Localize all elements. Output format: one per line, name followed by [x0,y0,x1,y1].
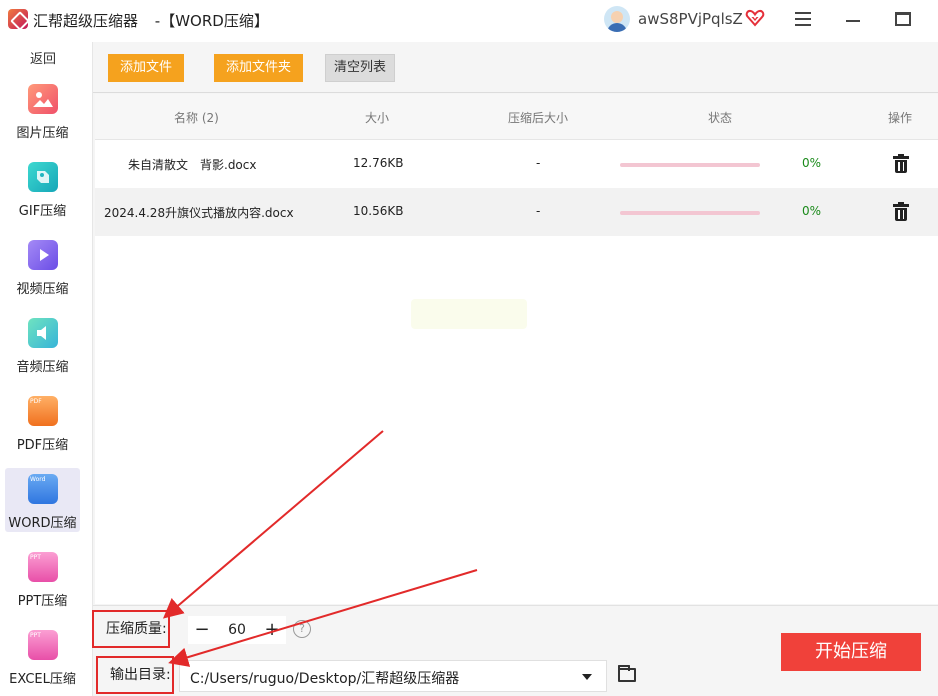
window-title: 汇帮超级压缩器 -【WORD压缩】 [33,10,269,31]
sidebar-item-label: EXCEL压缩 [9,672,76,687]
start-compress-button[interactable]: 开始压缩 [781,633,921,671]
file-name: 朱自清散文 背影.docx [128,158,257,172]
sidebar-item-label: PDF压缩 [16,438,69,453]
add-folder-button[interactable]: 添加文件夹 [214,54,304,82]
mode-title: -【WORD压缩】 [154,12,269,30]
audio-icon [28,318,58,348]
excel-icon: PPT [28,630,58,660]
file-size: 10.56KB [353,204,404,218]
quality-label: 压缩质量: [92,610,170,648]
pdf-icon-tag: PDF [30,398,42,405]
title-bar: 汇帮超级压缩器 -【WORD压缩】 awS8PVjPqlsZ [0,0,938,42]
table-row[interactable]: 2024.4.28升旗仪式播放内容.docx 10.56KB - 0% [95,188,938,236]
output-dir-value: C:/Users/ruguo/Desktop/汇帮超级压缩器 [190,671,460,687]
ppt-icon-tag: PPT [30,554,41,561]
column-header-compressed-size[interactable]: 压缩后大小 [508,109,568,126]
avatar[interactable] [604,6,630,32]
add-file-button[interactable]: 添加文件 [108,54,185,82]
file-name: 2024.4.28升旗仪式播放内容.docx [104,206,294,220]
image-icon [28,84,58,114]
sidebar-item-label: PPT压缩 [17,594,68,609]
video-icon [28,240,58,270]
column-header-size[interactable]: 大小 [365,109,389,126]
sidebar-item-label: 图片压缩 [16,126,69,141]
settings-panel: 压缩质量: − 60 + ? 输出目录: C:/Users/ruguo/Desk… [92,605,938,696]
chevron-down-icon[interactable] [582,674,592,680]
table-header: 名称 (2) 大小 压缩后大小 状态 操作 [95,94,938,140]
progress-bar [620,163,760,167]
username[interactable]: awS8PVjPqlsZ [638,10,743,28]
folder-icon[interactable] [618,665,636,682]
compressed-size: - [536,156,541,170]
sidebar-item-label: 视频压缩 [16,282,69,297]
back-button[interactable]: 返回 [0,48,86,67]
vip-heart-icon[interactable] [745,8,765,28]
sidebar-item-gif[interactable]: GIF压缩 [5,156,80,220]
column-header-status: 状态 [708,111,733,125]
sidebar: 返回 图片压缩 GIF压缩 视频压缩 音频压缩 PDF PDF压缩 Word W… [0,42,93,696]
output-dir-label: 输出目录: [96,656,174,694]
word-icon: Word [28,474,58,504]
sidebar-item-image[interactable]: 图片压缩 [5,78,80,142]
sidebar-item-label: GIF压缩 [18,204,67,219]
sidebar-item-ppt[interactable]: PPT PPT压缩 [5,546,80,610]
help-icon[interactable]: ? [293,620,311,638]
excel-icon-tag: PPT [30,632,41,639]
menu-icon[interactable] [795,12,811,28]
quality-decrease-button[interactable]: − [188,616,216,644]
column-header-name[interactable]: 名称 (2) [174,109,219,126]
sidebar-item-pdf[interactable]: PDF PDF压缩 [5,390,80,454]
trash-icon[interactable] [893,202,909,222]
minimize-icon[interactable] [846,20,860,22]
word-icon-tag: Word [30,476,46,483]
progress-bar [620,211,760,215]
file-list: 名称 (2) 大小 压缩后大小 状态 操作 朱自清散文 背影.docx 12.7… [95,94,938,604]
gif-icon [28,162,58,192]
faint-watermark [411,299,527,329]
main-panel: 添加文件 添加文件夹 清空列表 名称 (2) 大小 压缩后大小 状态 操作 朱自… [92,42,938,696]
status-percent: 0% [802,204,822,218]
sidebar-item-excel[interactable]: PPT EXCEL压缩 [5,624,80,688]
sidebar-item-video[interactable]: 视频压缩 [5,234,80,298]
toolbar: 添加文件 添加文件夹 清空列表 [93,42,938,93]
quality-value[interactable]: 60 [218,616,256,644]
sidebar-item-word[interactable]: Word WORD压缩 [5,468,80,532]
pdf-icon: PDF [28,396,58,426]
ppt-icon: PPT [28,552,58,582]
column-header-action: 操作 [888,111,913,125]
app-logo-icon [8,9,28,29]
sidebar-item-audio[interactable]: 音频压缩 [5,312,80,376]
trash-icon[interactable] [893,154,909,174]
file-size: 12.76KB [353,156,404,170]
quality-stepper: − 60 + [188,616,286,644]
sidebar-item-label: 音频压缩 [16,360,69,375]
compressed-size: - [536,204,541,218]
status-percent: 0% [802,156,822,170]
quality-increase-button[interactable]: + [258,616,286,644]
sidebar-item-label: WORD压缩 [8,516,77,531]
table-row[interactable]: 朱自清散文 背影.docx 12.76KB - 0% [95,140,938,188]
maximize-icon[interactable] [895,12,911,26]
app-name: 汇帮超级压缩器 [33,12,139,30]
output-dir-select[interactable]: C:/Users/ruguo/Desktop/汇帮超级压缩器 [179,660,607,692]
clear-list-button[interactable]: 清空列表 [325,54,396,82]
